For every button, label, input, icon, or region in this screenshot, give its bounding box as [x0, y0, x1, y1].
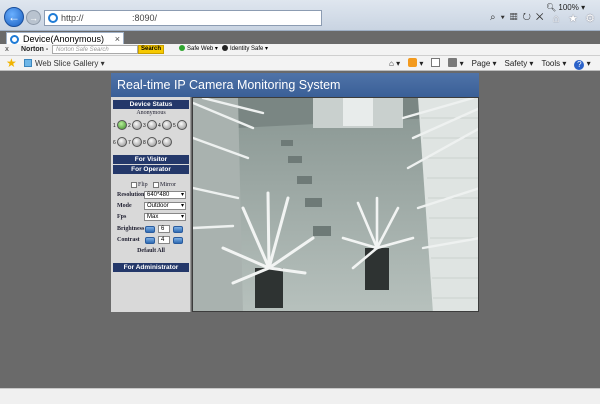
preset-2-label: 2: [128, 123, 131, 129]
zoom-level: 100%: [558, 3, 579, 12]
refresh-icon[interactable]: ↻: [522, 12, 535, 23]
mode-label: Mode: [117, 203, 132, 209]
preset-4-label: 4: [158, 123, 161, 129]
contrast-label: Contrast: [117, 237, 140, 243]
mail-icon: [431, 58, 441, 67]
preset-4-button[interactable]: [162, 120, 172, 130]
preset-2-button[interactable]: [132, 120, 142, 130]
house-icon: ⌂: [389, 59, 394, 68]
preset-6-button[interactable]: [117, 137, 127, 147]
arrow-left-icon: ←: [8, 10, 20, 24]
preset-3-label: 3: [143, 123, 146, 129]
web-slice-icon: [24, 59, 32, 67]
help-menu[interactable]: ? ▾: [574, 56, 591, 71]
dropdown-icon[interactable]: ▾: [501, 12, 510, 23]
safe-web-label: Safe Web ▾: [187, 46, 218, 52]
tab-ie-icon: [10, 35, 19, 44]
preset-1-button[interactable]: [117, 120, 127, 130]
page-menu[interactable]: Page ▾: [472, 56, 497, 71]
safety-menu[interactable]: Safety ▾: [505, 56, 534, 71]
contrast-decrease-button[interactable]: [145, 237, 155, 244]
norton-close-icon[interactable]: x: [5, 44, 9, 55]
stop-icon[interactable]: ✕: [536, 12, 549, 23]
control-sidebar: Device Status Anonymous 1 2 3 4 5 6 7 8 …: [111, 97, 191, 312]
flip-checkbox[interactable]: [131, 182, 137, 188]
home-icon[interactable]: ⌂: [550, 13, 562, 25]
feeds-command[interactable]: ▾: [408, 56, 423, 71]
tab-title: Device(Anonymous): [23, 34, 105, 44]
status-bar: [0, 388, 600, 404]
preset-7-button[interactable]: [132, 137, 142, 147]
web-slice-label: Web Slice Gallery ▾: [35, 59, 105, 68]
help-icon: ?: [574, 60, 585, 70]
rss-icon: [408, 58, 418, 67]
address-tools: ⌕▾▦↻✕: [490, 12, 549, 23]
ie-icon: [48, 13, 58, 23]
tools-menu[interactable]: Tools ▾: [541, 56, 566, 71]
default-all-button[interactable]: Default All: [111, 248, 191, 254]
settings-gear-icon[interactable]: ⚙: [584, 13, 596, 25]
fps-select[interactable]: Max: [144, 213, 186, 221]
preset-9-button[interactable]: [162, 137, 172, 147]
brightness-value: 6: [158, 225, 170, 233]
web-slice-gallery[interactable]: Web Slice Gallery ▾: [24, 56, 105, 71]
page-title: Real-time IP Camera Monitoring System: [111, 73, 479, 97]
home-command[interactable]: ⌂ ▾: [389, 56, 400, 71]
address-prefix: http://: [61, 13, 84, 23]
mail-command[interactable]: [431, 56, 441, 71]
preset-5-label: 5: [173, 123, 176, 129]
search-icon[interactable]: ⌕: [490, 12, 501, 23]
norton-logo[interactable]: Norton -: [21, 44, 48, 55]
command-bar: ★ Web Slice Gallery ▾ ⌂ ▾ ▾ ▾ Page ▾ Saf…: [0, 56, 600, 71]
compatibility-icon[interactable]: ▦: [510, 12, 523, 23]
mode-select[interactable]: Outdoor: [144, 202, 186, 210]
for-operator-header[interactable]: For Operator: [113, 165, 189, 174]
brightness-label: Brightness: [117, 226, 145, 232]
identity-safe-label: Identity Safe ▾: [230, 46, 269, 52]
preset-5-button[interactable]: [177, 120, 187, 130]
resolution-select[interactable]: 640*480: [144, 191, 186, 199]
camera-live-view[interactable]: [192, 97, 479, 312]
preset-1-label: 1: [113, 123, 116, 129]
mirror-checkbox[interactable]: [153, 182, 159, 188]
for-administrator-header[interactable]: For Administrator: [113, 263, 189, 272]
window-icons: ⌂ ★ ⚙: [550, 13, 596, 25]
norton-search-input[interactable]: Norton Safe Search: [52, 45, 138, 54]
user-name: Anonymous: [136, 110, 166, 116]
favorites-star-icon[interactable]: ★: [567, 13, 579, 25]
address-bar[interactable]: http:// :8090/: [44, 10, 322, 26]
favorites-icon[interactable]: ★: [6, 57, 17, 70]
for-visitor-header[interactable]: For Visitor: [113, 155, 189, 164]
safe-web-icon: [179, 45, 185, 51]
preset-8-button[interactable]: [147, 137, 157, 147]
zoom-icon: 🔍︎: [546, 3, 557, 12]
fps-label: Fps: [117, 214, 127, 220]
back-button[interactable]: ←: [4, 7, 24, 27]
preset-8-label: 8: [143, 140, 146, 146]
resolution-label: Resolution: [117, 192, 145, 198]
zoom-control[interactable]: 🔍︎ 100% ▾: [546, 3, 585, 12]
print-command[interactable]: ▾: [448, 56, 464, 71]
contrast-increase-button[interactable]: [173, 237, 183, 244]
printer-icon: [448, 58, 458, 67]
preset-9-label: 9: [158, 140, 161, 146]
safe-web-button[interactable]: Safe Web ▾: [179, 44, 218, 55]
mirror-label: Mirror: [160, 182, 176, 188]
norton-search-button[interactable]: Search: [138, 45, 164, 54]
preset-7-label: 7: [128, 140, 131, 146]
brightness-increase-button[interactable]: [173, 226, 183, 233]
brightness-decrease-button[interactable]: [145, 226, 155, 233]
norton-toolbar: x Norton - Norton Safe Search Search Saf…: [0, 44, 600, 56]
preset-6-label: 6: [113, 140, 116, 146]
identity-safe-button[interactable]: Identity Safe ▾: [222, 44, 268, 55]
preset-3-button[interactable]: [147, 120, 157, 130]
address-port: :8090/: [132, 13, 158, 23]
camera-frame-image: [193, 98, 478, 311]
forward-button[interactable]: →: [26, 10, 41, 25]
identity-safe-icon: [222, 45, 228, 51]
command-buttons: ⌂ ▾ ▾ ▾ Page ▾ Safety ▾ Tools ▾ ? ▾: [389, 56, 591, 71]
arrow-right-icon: →: [29, 12, 38, 23]
device-status-header: Device Status: [113, 100, 189, 109]
contrast-value: 4: [158, 236, 170, 244]
